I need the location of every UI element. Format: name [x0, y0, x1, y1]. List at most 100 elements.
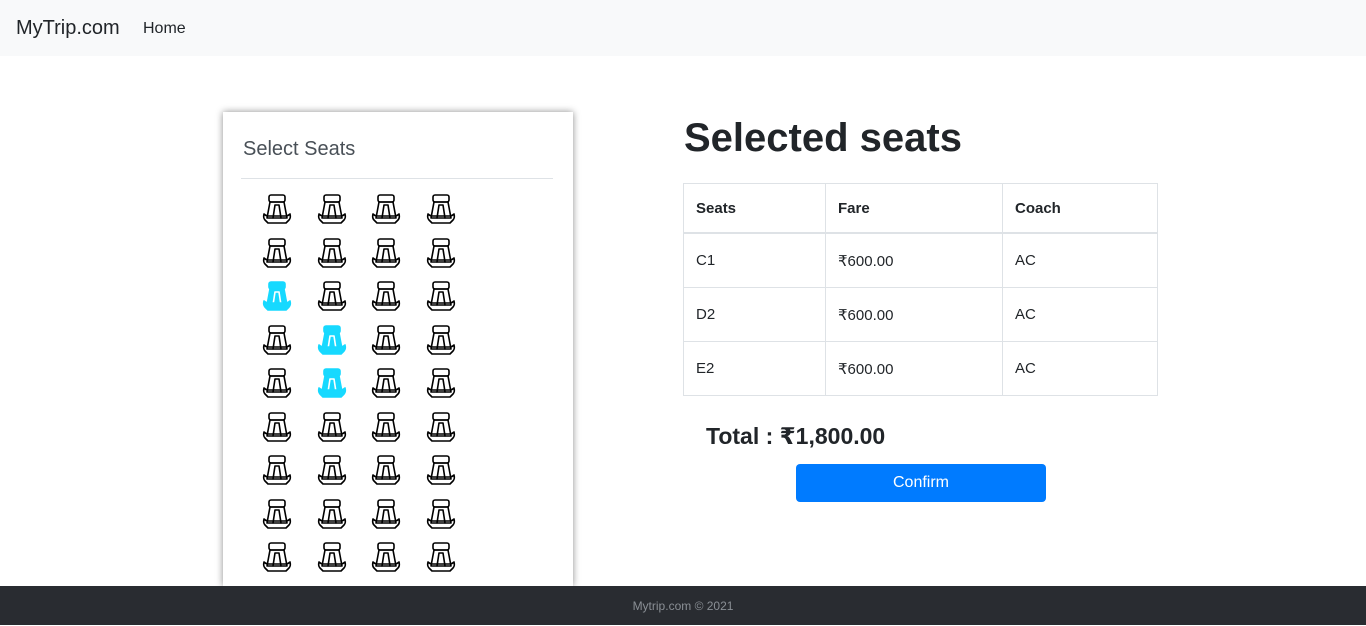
seat-button[interactable]	[368, 323, 404, 359]
seat-button[interactable]	[259, 192, 295, 228]
car-seat-icon	[317, 324, 346, 355]
seat-button[interactable]	[259, 279, 295, 315]
car-seat-icon	[262, 237, 292, 268]
brand-logo-link[interactable]: MyTrip.com	[16, 16, 120, 40]
car-seat-icon	[262, 411, 292, 442]
seat-button[interactable]	[368, 279, 404, 315]
fare-cell: ₹600.00	[825, 232, 1003, 288]
table-row: D2 ₹600.00 AC	[683, 287, 1158, 342]
total-fare: Total : ₹1,800.00	[706, 423, 886, 449]
seat-button[interactable]	[368, 410, 404, 446]
car-seat-icon	[317, 455, 346, 485]
seat-button[interactable]	[314, 540, 350, 576]
seat-button[interactable]	[259, 540, 295, 576]
car-seat-icon	[371, 281, 401, 311]
seat-card-title: Select Seats	[243, 138, 356, 160]
footer-copyright: Mytrip.com © 2021	[632, 599, 734, 613]
car-seat-icon	[262, 455, 292, 485]
car-seat-icon	[262, 542, 292, 572]
seat-button[interactable]	[259, 453, 295, 489]
car-seat-icon	[426, 498, 455, 529]
seat-button[interactable]	[423, 497, 459, 533]
seat-button[interactable]	[423, 323, 459, 359]
fare-cell: ₹600.00	[825, 341, 1003, 396]
seat-button[interactable]	[314, 410, 350, 446]
seat-button[interactable]	[314, 192, 350, 228]
seat-button[interactable]	[314, 497, 350, 533]
car-seat-icon	[371, 324, 401, 355]
car-seat-icon	[426, 237, 455, 268]
car-seat-icon	[317, 411, 346, 442]
seat-button[interactable]	[259, 410, 295, 446]
seat-button[interactable]	[423, 279, 459, 315]
fare-cell: ₹600.00	[825, 287, 1003, 342]
seat-button[interactable]	[368, 497, 404, 533]
car-seat-icon	[426, 411, 455, 442]
car-seat-icon	[262, 324, 292, 355]
seat-button[interactable]	[368, 453, 404, 489]
car-seat-icon	[426, 542, 455, 572]
car-seat-icon	[371, 498, 401, 529]
car-seat-icon	[371, 542, 401, 572]
divider	[241, 178, 553, 179]
seat-button[interactable]	[423, 366, 459, 402]
table-row: E2 ₹600.00 AC	[683, 341, 1158, 396]
car-seat-icon	[262, 281, 292, 311]
seat-button[interactable]	[314, 236, 350, 272]
coach-cell: AC	[1002, 341, 1158, 396]
seat-button[interactable]	[259, 323, 295, 359]
car-seat-icon	[317, 194, 346, 224]
car-seat-icon	[317, 498, 346, 529]
car-seat-icon	[426, 455, 455, 485]
table-header-row: Seats Fare Coach	[683, 183, 1158, 234]
navbar: MyTrip.com Home	[0, 0, 1366, 56]
seat-map	[259, 192, 477, 584]
car-seat-icon	[371, 368, 401, 398]
car-seat-icon	[262, 194, 292, 224]
selected-seats-heading: Selected seats	[684, 116, 962, 160]
car-seat-icon	[426, 368, 455, 398]
confirm-button[interactable]: Confirm	[796, 464, 1046, 502]
seat-selection-card: Select Seats	[223, 112, 573, 586]
seat-button[interactable]	[423, 453, 459, 489]
seat-button[interactable]	[423, 410, 459, 446]
car-seat-icon	[371, 455, 401, 485]
seat-button[interactable]	[259, 236, 295, 272]
seat-button[interactable]	[368, 236, 404, 272]
seat-button[interactable]	[259, 497, 295, 533]
table-row: C1 ₹600.00 AC	[683, 232, 1158, 288]
seat-cell: D2	[683, 287, 826, 342]
coach-cell: AC	[1002, 287, 1158, 342]
car-seat-icon	[371, 411, 401, 442]
car-seat-icon	[426, 194, 455, 224]
column-header-seats: Seats	[683, 183, 826, 234]
seat-button[interactable]	[368, 192, 404, 228]
car-seat-icon	[317, 237, 346, 268]
column-header-coach: Coach	[1002, 183, 1158, 234]
footer: Mytrip.com © 2021	[0, 586, 1366, 625]
car-seat-icon	[426, 324, 455, 355]
seat-button[interactable]	[423, 192, 459, 228]
seat-button[interactable]	[314, 366, 350, 402]
coach-cell: AC	[1002, 232, 1158, 288]
car-seat-icon	[317, 368, 346, 398]
car-seat-icon	[262, 368, 292, 398]
seat-cell: E2	[683, 341, 826, 396]
seat-button[interactable]	[314, 279, 350, 315]
seat-button[interactable]	[368, 540, 404, 576]
nav-home-link[interactable]: Home	[143, 19, 186, 39]
car-seat-icon	[317, 542, 346, 572]
seat-cell: C1	[683, 232, 826, 288]
car-seat-icon	[317, 281, 346, 311]
column-header-fare: Fare	[825, 183, 1003, 234]
car-seat-icon	[371, 237, 401, 268]
seat-button[interactable]	[314, 323, 350, 359]
seat-button[interactable]	[368, 366, 404, 402]
seat-button[interactable]	[423, 236, 459, 272]
seat-button[interactable]	[314, 453, 350, 489]
car-seat-icon	[426, 281, 455, 311]
seat-button[interactable]	[259, 366, 295, 402]
selected-seats-table: Seats Fare Coach C1 ₹600.00 AC D2 ₹600.0…	[683, 183, 1158, 396]
car-seat-icon	[262, 498, 292, 529]
seat-button[interactable]	[423, 540, 459, 576]
